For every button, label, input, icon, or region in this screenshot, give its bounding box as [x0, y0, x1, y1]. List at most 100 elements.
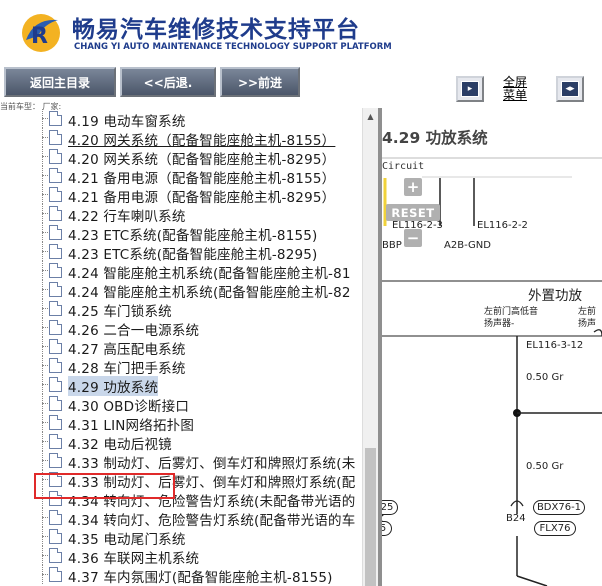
tree-item[interactable]: 4.34 转向灯、危险警告灯系统(配备带光语的车 [0, 508, 360, 529]
tree-item-label[interactable]: 4.27 高压配电系统 [68, 338, 186, 358]
document-icon [49, 434, 62, 449]
document-icon [49, 225, 62, 240]
tree-item[interactable]: 4.19 电动车窗系统 [0, 109, 360, 130]
panel-icon: ▸ [461, 81, 479, 97]
tree-item[interactable]: 4.29 功放系统 [0, 375, 360, 396]
document-icon [49, 529, 62, 544]
tree-item[interactable]: 4.21 备用电源（配备智能座舱主机-8295） [0, 185, 360, 206]
tree-item-label[interactable]: 4.25 车门锁系统 [68, 300, 172, 320]
tree-item-label[interactable]: 4.31 LIN网络拓扑图 [68, 414, 194, 434]
tree-item[interactable]: 4.31 LIN网络拓扑图 [0, 413, 360, 434]
document-icon [49, 301, 62, 316]
back-button[interactable]: <<后退. [120, 67, 216, 97]
tree-item-label[interactable]: 4.36 车联网主机系统 [68, 547, 199, 567]
tree-item[interactable]: 4.24 智能座舱主机系统(配备智能座舱主机-82 [0, 280, 360, 301]
connector-pill-bdx76-1[interactable]: BDX76-1 [533, 500, 585, 515]
diagram-panel: 4.29 功放系统 Circuit + RESET − EL116-2-3 EL… [382, 108, 602, 586]
tree-item-label[interactable]: 4.37 车内氛围灯(配备智能座舱主机-8155) [68, 566, 333, 586]
tree-item[interactable]: 4.20 网关系统（配备智能座舱主机-8155） [0, 128, 360, 149]
tree-item[interactable]: 4.37 车内氛围灯(配备智能座舱主机-8155) [0, 565, 360, 586]
menu-label: 菜单 [503, 88, 528, 102]
fullscreen-menu-link[interactable]: 全屏 菜单 [503, 76, 527, 102]
tree-item[interactable]: 4.35 电动尾门系统 [0, 527, 360, 548]
tree-item[interactable]: 4.30 OBD诊断接口 [0, 394, 360, 415]
tree-item-label[interactable]: 4.24 智能座舱主机系统(配备智能座舱主机-81 [68, 262, 351, 282]
app-title: 畅易汽车维修技术支持平台 [72, 17, 360, 43]
document-icon [49, 187, 62, 202]
forward-button[interactable]: >>前进 [220, 67, 300, 97]
app-header: R 畅易汽车维修技术支持平台 CHANG YI AUTO MAINTENANCE… [0, 0, 602, 62]
tree-item[interactable]: 4.22 行车喇叭系统 [0, 204, 360, 225]
split-icon: ◂▸ [561, 81, 579, 97]
tree-item-label[interactable]: 4.20 网关系统（配备智能座舱主机-8295） [68, 148, 335, 168]
tree-scrollbar[interactable]: ▲ [362, 108, 378, 586]
connector-label-el116-2-3: EL116-2-3 [392, 220, 443, 231]
zoom-out-button[interactable]: − [404, 229, 422, 247]
document-icon [49, 358, 62, 373]
tree-item[interactable]: 4.24 智能座舱主机系统(配备智能座舱主机-81 [0, 261, 360, 282]
zoom-in-button[interactable]: + [404, 178, 422, 196]
app-subtitle: CHANG YI AUTO MAINTENANCE TECHNOLOGY SUP… [74, 42, 392, 52]
tree-item[interactable]: 4.23 ETC系统(配备智能座舱主机-8155) [0, 223, 360, 244]
tree-item[interactable]: 4.21 备用电源（配备智能座舱主机-8155） [0, 166, 360, 187]
connector-label-b24: B24 [506, 513, 526, 524]
amplifier-section-label: 外置功放 [528, 288, 582, 304]
speaker-label-2a: 左前 [578, 307, 597, 317]
tree-panel: 当前车型： 厂家: 4.19 电动车窗系统 4.20 网关系统（配备智能座舱主机-… [0, 101, 378, 586]
tree-item-label[interactable]: 4.21 备用电源（配备智能座舱主机-8295） [68, 186, 335, 206]
tree-item[interactable]: 4.27 高压配电系统 [0, 337, 360, 358]
tree-item-label[interactable]: 4.29 功放系统 [68, 376, 159, 396]
tree-item[interactable]: 4.28 车门把手系统 [0, 356, 360, 377]
connector-pill-flx76[interactable]: FLX76 [534, 521, 576, 536]
home-button[interactable]: 返回主目录 [4, 67, 116, 97]
diagram-title: 4.29 功放系统 [382, 129, 488, 147]
tree-item[interactable]: 4.32 电动后视镜 [0, 432, 360, 453]
document-icon [49, 111, 62, 126]
tree-item-label[interactable]: 4.26 二合一电源系统 [68, 319, 199, 339]
tree-item-label[interactable]: 4.23 ETC系统(配备智能座舱主机-8295) [68, 243, 318, 263]
document-icon [49, 282, 62, 297]
tree-item-label[interactable]: 4.21 备用电源（配备智能座舱主机-8155） [68, 167, 335, 187]
tree-item[interactable]: 4.25 车门锁系统 [0, 299, 360, 320]
reset-button[interactable]: RESET [386, 204, 440, 221]
tree-item-label[interactable]: 4.34 转向灯、危险警告灯系统(配备带光语的车 [68, 509, 355, 529]
split-view-button[interactable]: ◂▸ [556, 76, 584, 102]
document-icon [49, 510, 62, 525]
document-icon [49, 206, 62, 221]
svg-text:R: R [31, 24, 48, 49]
tree-item[interactable]: 4.20 网关系统（配备智能座舱主机-8295） [0, 147, 360, 168]
connector-pill-25[interactable]: 25 [382, 500, 398, 515]
tree-item-label[interactable]: 4.28 车门把手系统 [68, 357, 186, 377]
toolbar: 返回主目录 <<后退. >>前进 ▸ 全屏 菜单 ◂▸ [0, 62, 602, 106]
scroll-up-arrow-icon[interactable]: ▲ [363, 108, 378, 124]
selection-highlight [34, 473, 175, 499]
document-icon [49, 415, 62, 430]
tree-item[interactable]: 4.26 二合一电源系统 [0, 318, 360, 339]
tree-item-label[interactable]: 4.33 制动灯、后雾灯、倒车灯和牌照灯系统(未 [68, 452, 355, 472]
scroll-thumb[interactable] [365, 448, 376, 586]
document-icon [49, 263, 62, 278]
cy-logo-icon: R [22, 14, 60, 52]
tree-item-label[interactable]: 4.19 电动车窗系统 [68, 110, 186, 130]
tree-item-label[interactable]: 4.24 智能座舱主机系统(配备智能座舱主机-82 [68, 281, 351, 301]
document-icon [49, 396, 62, 411]
document-icon [49, 168, 62, 183]
tree-item[interactable]: 4.36 车联网主机系统 [0, 546, 360, 567]
tree-item-label[interactable]: 4.23 ETC系统(配备智能座舱主机-8155) [68, 224, 318, 244]
tree-item-label[interactable]: 4.22 行车喇叭系统 [68, 205, 186, 225]
tree-item[interactable]: 4.33 制动灯、后雾灯、倒车灯和牌照灯系统(未 [0, 451, 360, 472]
document-icon [49, 130, 62, 145]
tree-item-label[interactable]: 4.30 OBD诊断接口 [68, 395, 189, 415]
tree-item-label[interactable]: 4.20 网关系统（配备智能座舱主机-8155） [68, 129, 335, 149]
tree-item-label[interactable]: 4.32 电动后视镜 [68, 433, 172, 453]
document-icon [49, 339, 62, 354]
document-icon [49, 149, 62, 164]
toggle-panel-button[interactable]: ▸ [456, 76, 484, 102]
connector-label-el116-2-2: EL116-2-2 [477, 220, 528, 231]
document-icon [49, 548, 62, 563]
connector-label-el116-3-12: EL116-3-12 [526, 340, 584, 351]
tree-item-label[interactable]: 4.35 电动尾门系统 [68, 528, 186, 548]
tree-item[interactable]: 4.23 ETC系统(配备智能座舱主机-8295) [0, 242, 360, 263]
wire-label-1: 0.50 Gr [526, 372, 564, 383]
document-icon [49, 453, 62, 468]
